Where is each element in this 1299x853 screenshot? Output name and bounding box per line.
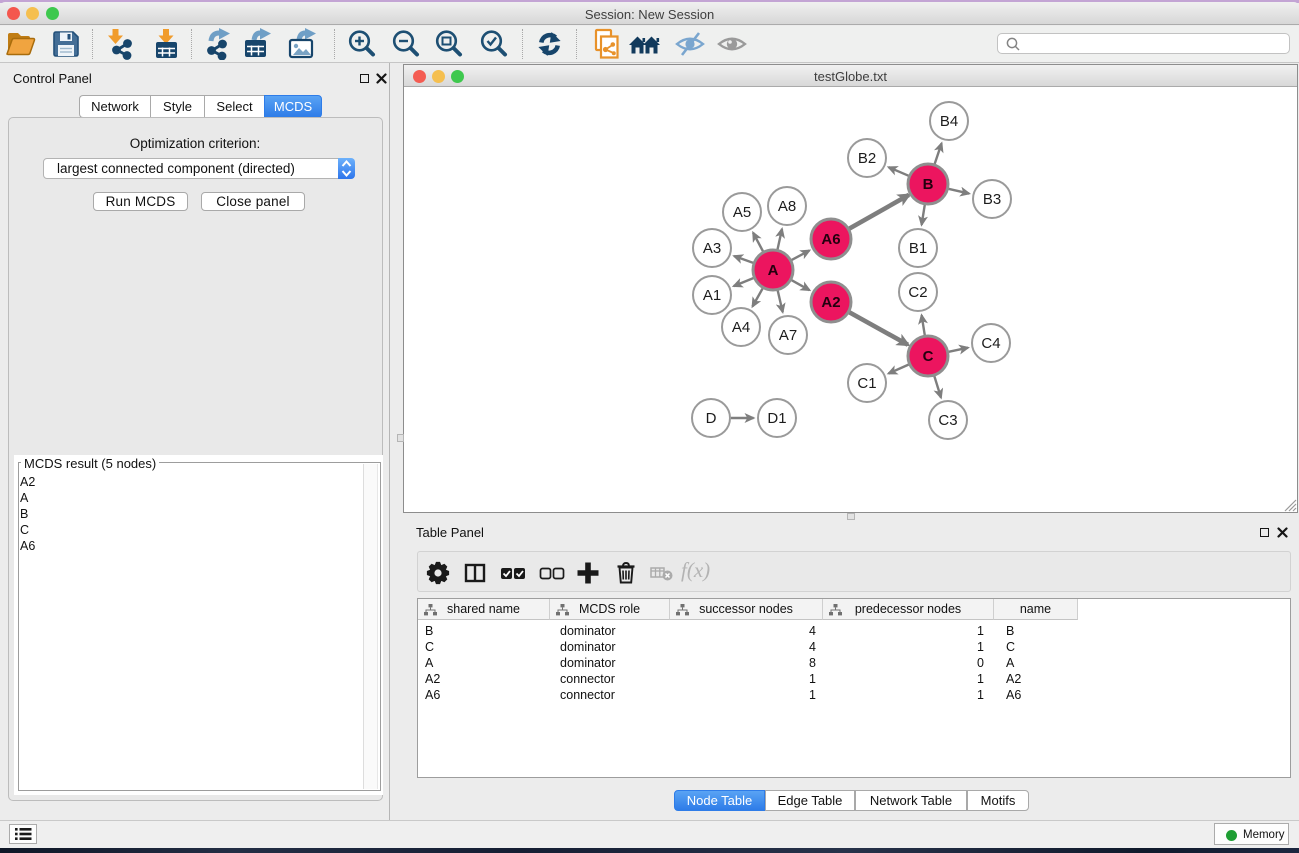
svg-text:B2: B2 <box>858 150 876 167</box>
svg-text:A5: A5 <box>733 204 751 221</box>
svg-text:C4: C4 <box>981 335 1000 352</box>
svg-text:C2: C2 <box>908 284 927 301</box>
svg-text:B1: B1 <box>909 240 927 257</box>
svg-text:B3: B3 <box>983 191 1001 208</box>
svg-text:B4: B4 <box>940 113 958 130</box>
svg-text:A1: A1 <box>703 287 721 304</box>
svg-text:D1: D1 <box>767 410 786 427</box>
svg-text:A6: A6 <box>821 231 840 248</box>
svg-text:A8: A8 <box>778 198 796 215</box>
svg-text:A7: A7 <box>779 327 797 344</box>
svg-text:A4: A4 <box>732 319 750 336</box>
svg-text:A: A <box>768 262 779 279</box>
svg-text:C: C <box>923 348 934 365</box>
svg-text:C3: C3 <box>938 412 957 429</box>
svg-text:A3: A3 <box>703 240 721 257</box>
svg-text:B: B <box>923 176 934 193</box>
svg-text:A2: A2 <box>821 294 840 311</box>
svg-text:D: D <box>706 410 717 427</box>
svg-text:C1: C1 <box>857 375 876 392</box>
